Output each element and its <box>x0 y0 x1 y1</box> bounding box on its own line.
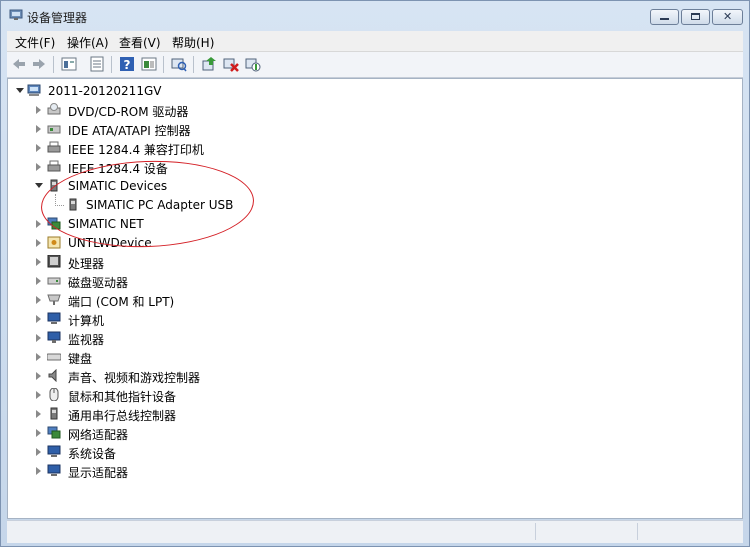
printer-icon <box>47 160 61 172</box>
toolbar-separator <box>193 56 194 73</box>
expand-icon[interactable] <box>36 239 41 247</box>
device-icon <box>47 236 61 249</box>
expand-icon[interactable] <box>36 448 41 456</box>
tree-item-label: 计算机 <box>68 314 105 328</box>
toolbar-separator <box>111 56 112 73</box>
device-manager-window: 设备管理器 ✕ 文件(F) 操作(A) 查看(V) 帮助(H) ? 2011-2… <box>0 0 750 547</box>
tree-item-label: IEEE 1284.4 设备 <box>68 162 168 176</box>
minimize-button[interactable] <box>650 9 679 25</box>
title-bar[interactable]: 设备管理器 ✕ <box>1 1 749 31</box>
computer-icon <box>47 312 61 324</box>
status-segment <box>535 523 636 540</box>
menu-bar: 文件(F) 操作(A) 查看(V) 帮助(H) <box>7 31 743 52</box>
menu-file[interactable]: 文件(F) <box>15 34 55 51</box>
dvd-drive-icon <box>47 103 61 115</box>
expand-icon[interactable] <box>36 258 41 266</box>
collapse-icon[interactable] <box>16 88 24 93</box>
tree-item-label: 鼠标和其他指针设备 <box>68 390 177 404</box>
tree-item-label: SIMATIC PC Adapter USB <box>86 198 234 212</box>
window-title: 设备管理器 <box>27 11 88 25</box>
expand-icon[interactable] <box>36 296 41 304</box>
status-segment <box>637 523 742 540</box>
expand-icon[interactable] <box>36 144 41 152</box>
tree-item-label: DVD/CD-ROM 驱动器 <box>68 105 189 119</box>
device-tree: 2011-20120211GV DVD/CD-ROM 驱动器 IDE ATA/A… <box>7 78 743 519</box>
update-driver-icon[interactable] <box>89 56 105 72</box>
uninstall-icon[interactable] <box>223 56 239 72</box>
collapse-icon[interactable] <box>35 183 43 188</box>
tree-item-label: UNTLWDevice <box>68 236 152 250</box>
tree-item-label: 显示适配器 <box>68 466 129 480</box>
port-icon <box>47 294 61 305</box>
tree-item-label: 磁盘驱动器 <box>68 276 129 290</box>
device-manager-app-icon <box>9 9 23 20</box>
help-icon[interactable]: ? <box>119 56 135 72</box>
svg-text:?: ? <box>124 58 131 72</box>
minimize-icon <box>660 18 669 20</box>
maximize-button[interactable] <box>681 9 710 25</box>
keyboard-icon <box>47 353 61 361</box>
expand-icon[interactable] <box>36 391 41 399</box>
simatic-devices-icon <box>50 179 58 192</box>
menu-action[interactable]: 操作(A) <box>67 34 109 51</box>
simatic-net-icon <box>47 217 61 230</box>
tree-item-label: SIMATIC NET <box>68 217 144 231</box>
tree-connector-line <box>55 205 64 207</box>
menu-help[interactable]: 帮助(H) <box>172 34 214 51</box>
view-icon[interactable] <box>141 56 157 72</box>
expand-icon[interactable] <box>36 467 41 475</box>
expand-icon[interactable] <box>36 163 41 171</box>
update-icon[interactable] <box>201 56 217 72</box>
menu-view[interactable]: 查看(V) <box>119 34 161 51</box>
status-bar <box>7 520 743 543</box>
tree-item-label: 网络适配器 <box>68 428 129 442</box>
root-computer-label: 2011-20120211GV <box>48 84 162 98</box>
toolbar-separator <box>53 56 54 73</box>
expand-icon[interactable] <box>36 429 41 437</box>
mouse-icon <box>49 388 59 401</box>
usb-controller-icon <box>50 407 58 420</box>
processor-icon <box>47 255 61 268</box>
expand-icon[interactable] <box>36 106 41 114</box>
usb-adapter-icon <box>69 198 77 211</box>
disk-drive-icon <box>47 277 61 285</box>
tree-item-label: 通用串行总线控制器 <box>68 409 177 423</box>
expand-icon[interactable] <box>36 315 41 323</box>
sound-icon <box>48 369 57 382</box>
tree-item-label: IEEE 1284.4 兼容打印机 <box>68 143 204 157</box>
computer-root-icon <box>27 84 41 96</box>
close-icon: ✕ <box>723 10 733 23</box>
tree-item-label: 监视器 <box>68 333 105 347</box>
properties-icon[interactable] <box>61 56 77 72</box>
ide-controller-icon <box>47 125 61 134</box>
close-button[interactable]: ✕ <box>712 9 743 25</box>
expand-icon[interactable] <box>36 334 41 342</box>
maximize-icon <box>691 13 700 20</box>
back-arrow-icon[interactable] <box>11 56 27 72</box>
system-device-icon <box>47 445 61 457</box>
scan-hardware-icon[interactable] <box>171 56 187 72</box>
expand-icon[interactable] <box>36 372 41 380</box>
tree-item-label: 键盘 <box>68 352 93 366</box>
tree-item-label: 端口 (COM 和 LPT) <box>68 295 175 309</box>
expand-icon[interactable] <box>36 410 41 418</box>
expand-icon[interactable] <box>36 125 41 133</box>
enable-icon[interactable] <box>245 56 261 72</box>
forward-arrow-icon[interactable] <box>31 56 47 72</box>
monitor-icon <box>47 331 61 343</box>
tree-item-simatic-pc-adapter-usb[interactable]: SIMATIC PC Adapter USB <box>8 194 308 214</box>
network-adapter-icon <box>47 426 61 439</box>
expand-icon[interactable] <box>36 353 41 361</box>
toolbar-separator <box>163 56 164 73</box>
printer-icon <box>47 141 61 153</box>
expand-icon[interactable] <box>36 220 41 228</box>
expand-icon[interactable] <box>36 277 41 285</box>
display-adapter-icon <box>47 464 61 476</box>
tree-item-label: IDE ATA/ATAPI 控制器 <box>68 124 191 138</box>
tree-item-label: 声音、视频和游戏控制器 <box>68 371 201 385</box>
tree-item-label: SIMATIC Devices <box>68 179 168 193</box>
tree-item-label: 系统设备 <box>68 447 117 461</box>
tree-item-label: 处理器 <box>68 257 105 271</box>
toolbar: ? <box>7 52 743 78</box>
